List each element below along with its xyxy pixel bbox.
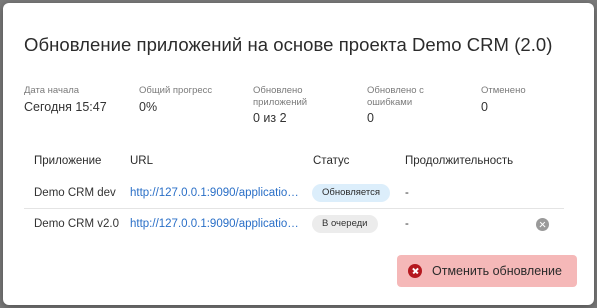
stat-label: Общий прогресс bbox=[139, 85, 213, 96]
dialog-title: Обновление приложений на основе проекта … bbox=[24, 34, 553, 55]
status-badge: Обновляется bbox=[312, 183, 390, 202]
stat-label: Обновлено приложений bbox=[253, 85, 308, 108]
stat-value: 0 bbox=[481, 99, 488, 114]
column-header-duration: Продолжительность bbox=[405, 155, 514, 167]
duration-value: - bbox=[405, 186, 409, 199]
stat-value: 0% bbox=[139, 99, 158, 114]
column-header-app: Приложение bbox=[34, 155, 102, 167]
apps-table: Приложение URL Статус Продолжительность … bbox=[24, 149, 564, 239]
table-row: Demo CRM dev http://127.0.0.1:9090/appli… bbox=[24, 177, 564, 208]
table-header: Приложение URL Статус Продолжительность bbox=[24, 149, 564, 177]
app-url-link[interactable]: http://127.0.0.1:9090/applications/ bbox=[130, 187, 300, 199]
status-cell: В очереди bbox=[312, 209, 378, 239]
stat-value: Сегодня 15:47 bbox=[24, 99, 107, 114]
stat-cancelled: Отменено 0 bbox=[481, 85, 561, 114]
remove-circle-icon[interactable] bbox=[536, 217, 549, 231]
url-cell: http://127.0.0.1:9090/applications/ bbox=[130, 177, 300, 208]
stat-label: Обновлено с ошибками bbox=[367, 85, 424, 108]
app-name: Demo CRM dev bbox=[34, 186, 116, 199]
update-dialog: Обновление приложений на основе проекта … bbox=[3, 3, 594, 305]
cancel-circle-icon bbox=[408, 264, 422, 278]
stat-total-progress: Общий прогресс 0% bbox=[139, 85, 249, 114]
app-url-link[interactable]: http://127.0.0.1:9090/applications/ bbox=[130, 218, 300, 230]
column-header-status: Статус bbox=[313, 155, 350, 167]
table-row: Demo CRM v2.0 http://127.0.0.1:9090/appl… bbox=[24, 208, 564, 239]
stat-value: 0 из 2 bbox=[253, 111, 287, 125]
stat-updated-apps: Обновлено приложений 0 из 2 bbox=[253, 85, 353, 125]
stat-updated-with-errors: Обновлено с ошибками 0 bbox=[367, 85, 467, 125]
app-name: Demo CRM v2.0 bbox=[34, 218, 119, 230]
stat-label: Отменено bbox=[481, 85, 526, 96]
cancel-update-label: Отменить обновление bbox=[432, 264, 562, 278]
row-actions bbox=[536, 209, 549, 239]
cancel-update-button[interactable]: Отменить обновление bbox=[397, 255, 577, 287]
stats-panel: Дата начала Сегодня 15:47 Общий прогресс… bbox=[24, 85, 544, 135]
stat-label: Дата начала bbox=[24, 85, 80, 96]
duration-value: - bbox=[405, 218, 409, 230]
stat-value: 0 bbox=[367, 111, 374, 125]
column-header-url: URL bbox=[130, 155, 154, 167]
url-cell: http://127.0.0.1:9090/applications/ bbox=[130, 209, 300, 239]
status-badge: В очереди bbox=[312, 215, 378, 233]
status-cell: Обновляется bbox=[312, 177, 390, 208]
stat-start-date: Дата начала Сегодня 15:47 bbox=[24, 85, 134, 114]
